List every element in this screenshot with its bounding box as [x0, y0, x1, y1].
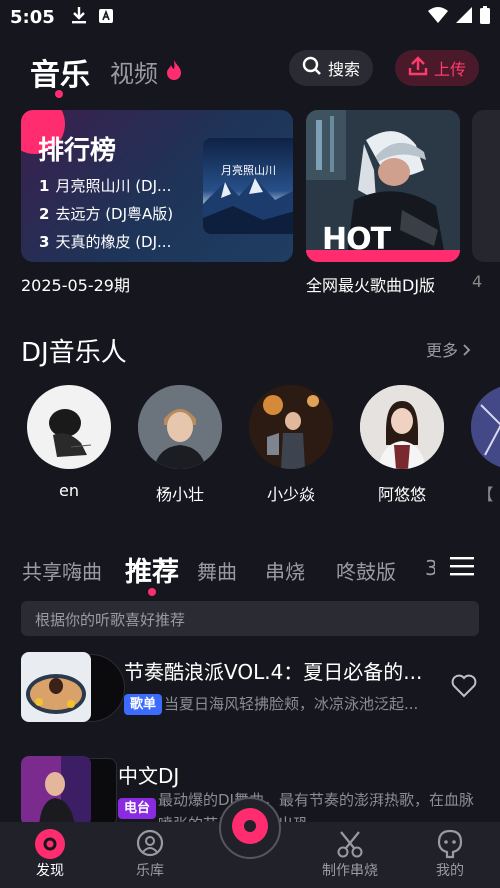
album-cover: 月亮照山川 — [203, 138, 293, 234]
chevron-right-icon — [463, 341, 471, 360]
artist-name: 杨小壮 — [155, 485, 204, 504]
category-tabs: 共享嗨曲 推荐 舞曲 串烧 咚鼓版 3 — [0, 548, 500, 596]
avatar — [249, 385, 333, 469]
wifi-icon — [428, 7, 448, 27]
hot-dj-banner[interactable]: HOT — [306, 110, 460, 262]
peek-banner-caption: 4 — [472, 272, 483, 291]
avatar — [138, 385, 222, 469]
artist-card[interactable]: 【 — [471, 385, 500, 505]
battery-icon — [480, 6, 490, 28]
chart-item: 2 去远方 (DJ粤A版) — [39, 205, 174, 223]
library-icon — [110, 828, 190, 860]
upload-button[interactable]: 上传 — [395, 50, 479, 86]
artist-card[interactable]: 小少焱 — [249, 385, 333, 505]
radio-cover — [21, 756, 91, 826]
tab-category[interactable]: 咚鼓版 — [336, 556, 396, 585]
discover-icon — [10, 828, 90, 860]
tab-video[interactable]: 视频 — [110, 54, 158, 89]
tab-category[interactable]: 串烧 — [265, 556, 305, 585]
artist-name: 阿悠悠 — [377, 485, 426, 504]
artist-name: 小少焱 — [266, 485, 315, 504]
chart-banner-title: 排行榜 — [38, 136, 117, 166]
item-title: 节奏酷浪派VOL.4：夏日必备的... — [124, 660, 423, 684]
status-bar: 5:05 — [0, 0, 500, 34]
download-icon — [71, 6, 87, 28]
chart-item: 3 天真的橡皮 (DJ... — [39, 233, 172, 251]
search-label: 搜索 — [327, 60, 360, 79]
tab-active-indicator — [55, 90, 63, 98]
tab-category[interactable]: 推荐 — [125, 550, 179, 589]
avatar — [471, 385, 500, 469]
app-notification-icon — [98, 8, 113, 27]
mountain-art — [203, 178, 293, 234]
list-item[interactable]: 节奏酷浪派VOL.4：夏日必备的... 歌单 当夏日海风轻拂脸颊，冰凉泳池泛起.… — [21, 652, 479, 724]
search-button[interactable]: 搜索 — [289, 50, 373, 86]
tab-category[interactable]: 共享嗨曲 — [22, 556, 102, 585]
dj-section-title: DJ音乐人 — [21, 338, 127, 368]
radio-tag: 电台 — [118, 798, 157, 819]
artist-card[interactable]: en — [27, 385, 111, 500]
playlist-tag: 歌单 — [124, 694, 163, 715]
disc-icon — [230, 806, 270, 850]
chart-banner-caption: 2025-05-29期 — [21, 276, 130, 295]
artist-card[interactable]: 阿悠悠 — [360, 385, 444, 505]
status-time: 5:05 — [10, 6, 55, 28]
banner-peek[interactable] — [472, 110, 500, 262]
signal-icon — [456, 7, 472, 27]
tab-category[interactable]: 舞曲 — [197, 556, 237, 585]
recommend-hint: 根据你的听歌喜好推荐 — [21, 601, 479, 636]
artist-name: 【 — [477, 485, 494, 504]
tab-category[interactable]: 3 — [425, 556, 435, 580]
tab-active-indicator — [148, 588, 156, 596]
chart-top-list: 1 月亮照山川 (DJ... 2 去远方 (DJ粤A版) 3 天真的橡皮 (DJ... — [39, 172, 173, 256]
tab-music[interactable]: 音乐 — [30, 50, 90, 94]
upload-label: 上传 — [433, 60, 466, 79]
search-icon — [302, 56, 322, 80]
menu-icon[interactable] — [450, 556, 474, 580]
fire-icon — [166, 60, 182, 84]
nav-make-mix[interactable]: 制作串烧 — [310, 828, 390, 880]
nav-library[interactable]: 乐库 — [110, 828, 190, 880]
artist-card[interactable]: 杨小壮 — [138, 385, 222, 505]
nav-discover[interactable]: 发现 — [10, 828, 90, 880]
avatar — [360, 385, 444, 469]
hot-banner-caption: 全网最火歌曲DJ版 — [306, 276, 436, 295]
hot-bar — [306, 250, 460, 262]
play-disc-button[interactable] — [219, 797, 281, 859]
playlist-cover — [21, 652, 91, 722]
heart-icon[interactable] — [451, 674, 477, 702]
chart-banner[interactable]: 排行榜 1 月亮照山川 (DJ... 2 去远方 (DJ粤A版) 3 天真的橡皮 (D… — [21, 110, 293, 262]
chart-item: 1 月亮照山川 (DJ... — [39, 177, 172, 195]
top-header: 音乐 视频 搜索 上传 — [0, 40, 500, 100]
upload-icon — [408, 56, 428, 80]
profile-icon — [410, 828, 490, 860]
avatar — [27, 385, 111, 469]
artist-name: en — [59, 481, 79, 500]
nav-mine[interactable]: 我的 — [410, 828, 490, 880]
item-title: 中文DJ — [118, 764, 180, 788]
item-desc: 当夏日海风轻拂脸颊，冰凉泳池泛起... — [164, 695, 419, 713]
dj-more-link[interactable]: 更多 — [426, 337, 471, 361]
scissors-icon — [310, 828, 390, 860]
